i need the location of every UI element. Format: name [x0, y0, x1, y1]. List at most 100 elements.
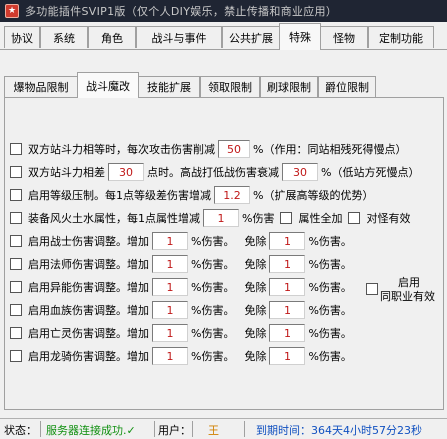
vampire-add-input[interactable]: 1	[152, 301, 188, 319]
mage-dmg-checkbox[interactable]	[10, 258, 22, 270]
mage-reduce-unit: %伤害。	[308, 258, 352, 271]
vampire-add-unit: %伤害。	[191, 304, 235, 317]
element-attr-suffix: %伤害	[242, 212, 275, 225]
tab-custom[interactable]: 定制功能	[368, 26, 434, 48]
warrior-dmg-label: 启用战士伤害调整。增加	[28, 235, 149, 248]
vampire-reduce-label: 免除	[244, 304, 267, 317]
undead-reduce-input[interactable]: 1	[269, 324, 306, 342]
status-divider	[154, 421, 155, 437]
vampire-dmg-checkbox[interactable]	[10, 304, 22, 316]
undead-dmg-label: 启用亡灵伤害调整。增加	[28, 327, 149, 340]
mage-reduce-input[interactable]: 1	[269, 255, 306, 273]
element-attr-input[interactable]: 1	[203, 209, 239, 227]
tab-special[interactable]: 特殊	[279, 23, 321, 50]
vs-monster-label: 对怪有效	[366, 212, 411, 225]
sub-tabs: 爆物品限制 战斗魔改 技能扩展 领取限制 刷球限制 爵位限制	[4, 72, 444, 98]
dragoon-add-input[interactable]: 1	[152, 347, 188, 365]
element-attr-label: 装备风火土水属性，每1点属性增减	[28, 212, 200, 225]
mage-add-input[interactable]: 1	[152, 255, 188, 273]
subtab-drop-limit[interactable]: 爆物品限制	[4, 76, 78, 97]
warrior-dmg-checkbox[interactable]	[10, 235, 22, 247]
equal-power-input[interactable]: 50	[218, 140, 250, 158]
tab-role[interactable]: 角色	[88, 26, 136, 48]
tab-monster[interactable]: 怪物	[320, 26, 368, 48]
dragoon-dmg-label: 启用龙骑伤害调整。增加	[28, 350, 149, 363]
vampire-reduce-input[interactable]: 1	[269, 301, 306, 319]
undead-reduce-label: 免除	[244, 327, 267, 340]
subtab-rank-limit[interactable]: 爵位限制	[318, 76, 376, 97]
equal-power-label: 双方站斗力相等时，每次攻击伤害削减	[28, 143, 215, 156]
undead-add-input[interactable]: 1	[152, 324, 188, 342]
tab-system[interactable]: 系统	[40, 26, 88, 48]
row-element-attr: 装备风火土水属性，每1点属性增减 1 %伤害 属性全加 对怪有效	[10, 209, 410, 227]
tab-battle-events[interactable]: 战斗与事件	[136, 26, 222, 48]
level-suppress-label: 启用等级压制。每1点等级差伤害增减	[28, 189, 211, 202]
subtab-orb-limit[interactable]: 刷球限制	[260, 76, 318, 97]
power-decay-input[interactable]: 30	[282, 163, 318, 181]
mage-reduce-label: 免除	[244, 258, 267, 271]
all-attr-checkbox[interactable]	[280, 212, 293, 224]
row-undead-dmg: 启用亡灵伤害调整。增加 1 %伤害。 免除 1 %伤害。	[10, 324, 352, 342]
warrior-add-input[interactable]: 1	[152, 232, 188, 250]
tab-public-ext[interactable]: 公共扩展	[222, 26, 280, 48]
mage-dmg-label: 启用法师伤害调整。增加	[28, 258, 149, 271]
psychic-add-unit: %伤害。	[191, 281, 235, 294]
level-suppress-suffix: %（扩展高等级的优势）	[253, 189, 374, 202]
warrior-reduce-unit: %伤害。	[308, 235, 352, 248]
connection-status: 服务器连接成功.✓	[46, 424, 136, 437]
status-label: 状态：	[4, 424, 37, 437]
row-psychic-dmg: 启用异能伤害调整。增加 1 %伤害。 免除 1 %伤害。	[10, 278, 352, 296]
power-diff-input[interactable]: 30	[108, 163, 144, 181]
warrior-reduce-label: 免除	[244, 235, 267, 248]
warrior-add-unit: %伤害。	[191, 235, 235, 248]
power-diff-suffix: %（低站方死慢点）	[321, 166, 420, 179]
vampire-reduce-unit: %伤害。	[308, 304, 352, 317]
psychic-reduce-label: 免除	[244, 281, 267, 294]
vampire-dmg-label: 启用血族伤害调整。增加	[28, 304, 149, 317]
power-diff-label: 双方站斗力相差	[28, 166, 105, 179]
same-class-line2: 同职业有效	[380, 290, 435, 303]
undead-dmg-checkbox[interactable]	[10, 327, 22, 339]
row-dragoon-dmg: 启用龙骑伤害调整。增加 1 %伤害。 免除 1 %伤害。	[10, 347, 352, 365]
row-mage-dmg: 启用法师伤害调整。增加 1 %伤害。 免除 1 %伤害。	[10, 255, 352, 273]
subtab-battle-mod[interactable]: 战斗魔改	[77, 72, 139, 98]
status-divider	[244, 421, 245, 437]
power-diff-mid: 点时。高战打低战伤害衰减	[147, 166, 279, 179]
same-class-option: 启用 同职业有效	[366, 272, 446, 312]
warrior-reduce-input[interactable]: 1	[269, 232, 306, 250]
vs-monster-checkbox[interactable]	[348, 212, 361, 224]
main-tabs: 协议 系统 角色 战斗与事件 公共扩展 特殊 怪物 定制功能	[0, 22, 447, 50]
window-titlebar[interactable]: ★ 多功能插件SVIP1版（仅个人DIY娱乐，禁止传播和商业应用）	[0, 0, 447, 22]
undead-add-unit: %伤害。	[191, 327, 235, 340]
status-divider	[40, 421, 41, 437]
dragoon-reduce-label: 免除	[244, 350, 267, 363]
dragoon-reduce-unit: %伤害。	[308, 350, 352, 363]
status-divider	[192, 421, 193, 437]
element-attr-checkbox[interactable]	[10, 212, 22, 224]
dragoon-add-unit: %伤害。	[191, 350, 235, 363]
dragoon-dmg-checkbox[interactable]	[10, 350, 22, 362]
level-suppress-checkbox[interactable]	[10, 189, 22, 201]
equal-power-checkbox[interactable]	[10, 143, 22, 155]
psychic-add-input[interactable]: 1	[152, 278, 188, 296]
psychic-dmg-label: 启用异能伤害调整。增加	[28, 281, 149, 294]
window-title: 多功能插件SVIP1版（仅个人DIY娱乐，禁止传播和商业应用）	[25, 5, 338, 18]
psychic-reduce-unit: %伤害。	[308, 281, 352, 294]
user-label: 用户：	[158, 424, 191, 437]
expire-time: 到期时间：364天4小时57分23秒	[256, 424, 422, 437]
level-suppress-input[interactable]: 1.2	[214, 186, 250, 204]
row-equal-power: 双方站斗力相等时，每次攻击伤害削减 50 %（作用：同站相残死得慢点）	[10, 140, 406, 158]
tab-protocol[interactable]: 协议	[4, 26, 40, 48]
power-diff-checkbox[interactable]	[10, 166, 22, 178]
psychic-reduce-input[interactable]: 1	[269, 278, 306, 296]
row-vampire-dmg: 启用血族伤害调整。增加 1 %伤害。 免除 1 %伤害。	[10, 301, 352, 319]
subtab-claim-limit[interactable]: 领取限制	[200, 76, 260, 97]
same-class-checkbox[interactable]	[366, 283, 378, 295]
status-bar: 状态： 服务器连接成功.✓ 用户： 王 到期时间：364天4小时57分23秒	[0, 418, 447, 439]
app-icon: ★	[5, 4, 19, 18]
dragoon-reduce-input[interactable]: 1	[269, 347, 306, 365]
psychic-dmg-checkbox[interactable]	[10, 281, 22, 293]
subtab-skill-ext[interactable]: 技能扩展	[138, 76, 200, 97]
undead-reduce-unit: %伤害。	[308, 327, 352, 340]
row-power-diff: 双方站斗力相差 30 点时。高战打低战伤害衰减 30 %（低站方死慢点）	[10, 163, 419, 181]
